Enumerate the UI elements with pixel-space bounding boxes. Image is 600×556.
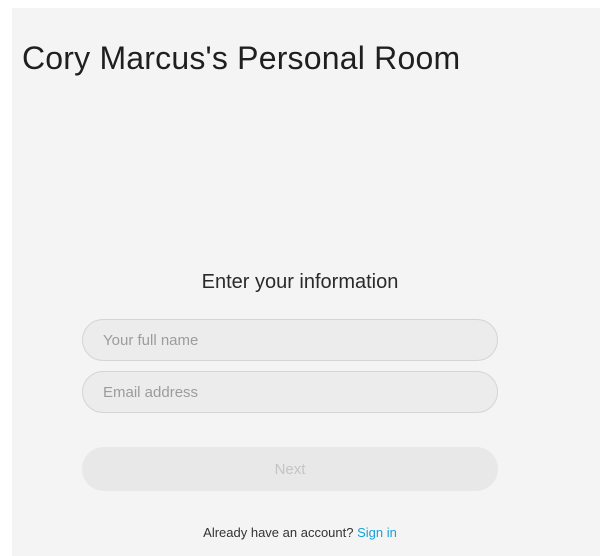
full-name-input[interactable] [82,319,498,361]
form-heading: Enter your information [201,271,399,293]
signin-prompt: Already have an account? [203,525,358,540]
email-input[interactable] [82,371,498,413]
next-button[interactable]: Next [82,447,498,491]
signin-link[interactable]: Sign in [357,525,397,540]
room-title: Cory Marcus's Personal Room [22,40,461,76]
signin-row: Already have an account? Sign in [0,525,600,540]
